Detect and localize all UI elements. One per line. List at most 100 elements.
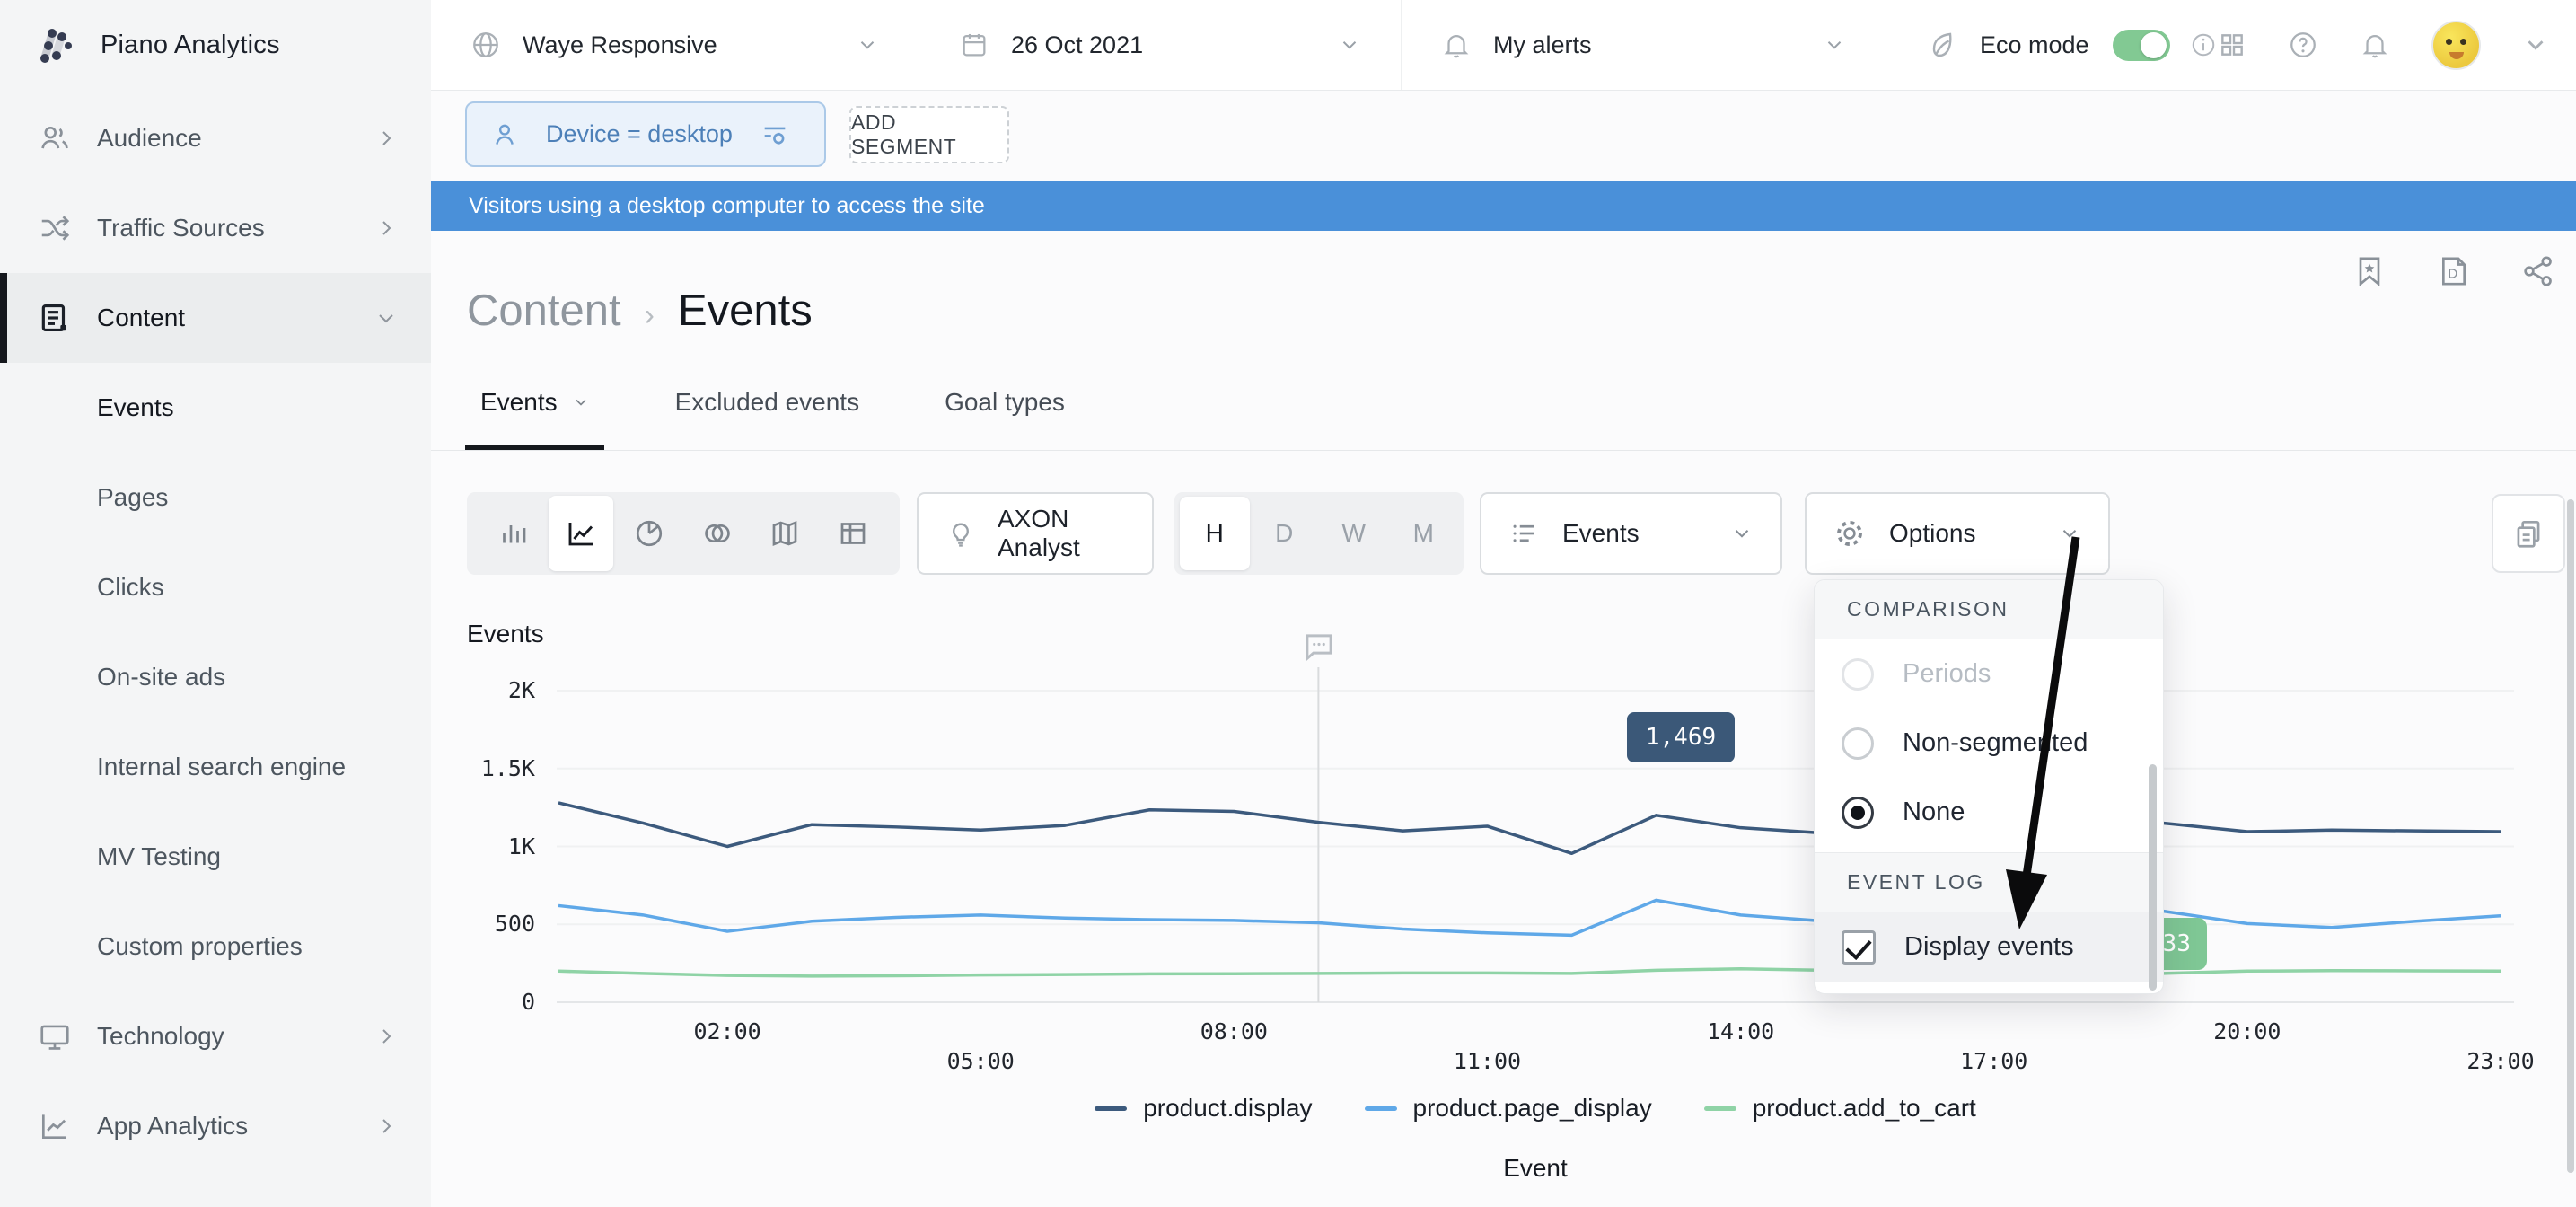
sidebar-item-mv-testing[interactable]: MV Testing xyxy=(0,812,431,902)
sidebar-item-clicks[interactable]: Clicks xyxy=(0,542,431,632)
line-chart-button[interactable] xyxy=(549,496,613,571)
legend-item[interactable]: product.add_to_cart xyxy=(1704,1094,1976,1123)
sidebar-item-label: Events xyxy=(97,393,174,422)
sidebar-item-label: Audience xyxy=(97,124,202,153)
notifications-bell-icon[interactable] xyxy=(2360,30,2390,60)
menu-item-label: Display events xyxy=(1904,932,2074,962)
menu-item-none[interactable]: None xyxy=(1815,778,2163,847)
monitor-icon xyxy=(38,1019,74,1053)
metric-dropdown-value: Events xyxy=(1562,519,1640,548)
date-picker[interactable]: 26 Oct 2021 xyxy=(919,0,1401,90)
my-alerts-dropdown[interactable]: My alerts xyxy=(1401,0,1886,90)
sidebar-item-app-analytics[interactable]: App Analytics xyxy=(0,1081,431,1171)
app-logo[interactable]: Piano Analytics xyxy=(0,0,431,91)
page-title: Events xyxy=(678,286,813,336)
venn-diagram-button[interactable] xyxy=(685,496,750,571)
sidebar-item-on-site-ads[interactable]: On-site ads xyxy=(0,632,431,722)
user-avatar[interactable] xyxy=(2431,21,2481,70)
svg-text:D: D xyxy=(2448,267,2457,282)
menu-item-non-segmented[interactable]: Non-segmented xyxy=(1815,709,2163,778)
chevron-right-icon xyxy=(375,128,397,149)
bar-chart-button[interactable] xyxy=(481,496,546,571)
metric-dropdown[interactable]: Events xyxy=(1480,492,1782,575)
legend-swatch xyxy=(1095,1106,1127,1111)
y-tick-label: 500 xyxy=(427,911,535,937)
menu-item-display-events[interactable]: Display events xyxy=(1815,912,2163,982)
page-scrollbar[interactable] xyxy=(2567,499,2574,1173)
x-tick-label: 08:00 xyxy=(1171,1018,1297,1044)
chevron-down-icon xyxy=(375,307,397,329)
table-button[interactable] xyxy=(821,496,885,571)
period-day-button[interactable]: D xyxy=(1250,497,1320,570)
x-tick-label: 23:00 xyxy=(2438,1048,2563,1074)
sidebar-item-events[interactable]: Events xyxy=(0,363,431,453)
tab-events[interactable]: Events xyxy=(480,388,590,417)
tab-label: Excluded events xyxy=(675,388,859,417)
info-icon[interactable] xyxy=(2190,31,2217,58)
radio-button-selected[interactable] xyxy=(1842,797,1874,829)
bell-icon xyxy=(1441,30,1472,60)
gear-icon xyxy=(1833,517,1866,550)
menu-item-periods[interactable]: Periods xyxy=(1815,639,2163,709)
apps-grid-icon[interactable] xyxy=(2218,31,2246,59)
sidebar-item-internal-search-engine[interactable]: Internal search engine xyxy=(0,722,431,812)
tab-excluded-events[interactable]: Excluded events xyxy=(675,388,859,417)
duplicate-view-button[interactable] xyxy=(2492,494,2565,573)
pie-chart-button[interactable] xyxy=(617,496,681,571)
comparison-section-header: COMPARISON xyxy=(1815,580,2163,639)
account-chevron-down-icon[interactable] xyxy=(2522,31,2549,58)
checkbox-checked[interactable] xyxy=(1842,930,1876,965)
chart-title: Events xyxy=(467,620,544,648)
radio-button[interactable] xyxy=(1842,658,1874,691)
chevron-down-icon xyxy=(856,33,879,57)
sidebar-item-content[interactable]: Content xyxy=(0,273,431,363)
legend-swatch xyxy=(1365,1106,1397,1111)
calendar-icon xyxy=(959,30,989,60)
options-dropdown[interactable]: Options xyxy=(1805,492,2110,575)
sidebar: Piano Analytics Audience xyxy=(0,0,431,1207)
piano-analytics-app: Piano Analytics Audience xyxy=(0,0,2576,1207)
banner-text: Visitors using a desktop computer to acc… xyxy=(469,193,985,219)
y-tick-label: 0 xyxy=(427,989,535,1015)
x-tick-label: 20:00 xyxy=(2185,1018,2310,1044)
legend-item[interactable]: product.display xyxy=(1095,1094,1312,1123)
sidebar-item-pages[interactable]: Pages xyxy=(0,453,431,542)
sidebar-item-custom-properties[interactable]: Custom properties xyxy=(0,902,431,991)
sidebar-item-audience[interactable]: Audience xyxy=(0,93,431,183)
menu-scrollbar[interactable] xyxy=(2149,764,2157,991)
add-segment-button[interactable]: ADD SEGMENT xyxy=(849,106,1009,163)
period-switcher: H D W M xyxy=(1174,492,1464,575)
menu-item-label: Non-segmented xyxy=(1903,728,2088,758)
date-picker-value: 26 Oct 2021 xyxy=(1011,31,1143,59)
users-icon xyxy=(38,121,74,155)
line-chart[interactable] xyxy=(557,658,2514,1010)
report-document-icon[interactable]: D xyxy=(2436,253,2472,289)
share-icon[interactable] xyxy=(2520,253,2556,289)
period-week-button[interactable]: W xyxy=(1319,497,1389,570)
period-hour-button[interactable]: H xyxy=(1180,497,1250,570)
segment-chip-device-desktop[interactable]: Device = desktop xyxy=(465,101,826,167)
x-tick-label: 17:00 xyxy=(1931,1048,2057,1074)
legend-label: product.page_display xyxy=(1413,1094,1652,1123)
tab-goal-types[interactable]: Goal types xyxy=(945,388,1065,417)
segment-settings-icon[interactable] xyxy=(760,119,790,150)
sidebar-item-technology[interactable]: Technology xyxy=(0,991,431,1081)
chevron-right-icon xyxy=(375,1026,397,1047)
map-button[interactable] xyxy=(752,496,817,571)
document-icon xyxy=(38,301,74,335)
line-chart-icon xyxy=(38,1109,74,1143)
axon-analyst-button[interactable]: AXON Analyst xyxy=(917,492,1154,575)
radio-button[interactable] xyxy=(1842,727,1874,760)
annotation-comment-icon[interactable] xyxy=(1300,629,1338,666)
eco-mode-toggle[interactable] xyxy=(2113,30,2170,61)
legend-item[interactable]: product.page_display xyxy=(1365,1094,1652,1123)
bookmark-star-icon[interactable] xyxy=(2352,253,2387,289)
event-log-section-header: EVENT LOG xyxy=(1815,853,2163,912)
help-icon[interactable] xyxy=(2288,30,2318,60)
toggle-knob xyxy=(2141,32,2167,58)
sidebar-item-traffic-sources[interactable]: Traffic Sources xyxy=(0,183,431,273)
sidebar-item-label: Traffic Sources xyxy=(97,214,265,242)
site-selector[interactable]: Waye Responsive xyxy=(431,0,919,90)
data-label-badge: 1,469 xyxy=(1627,712,1735,762)
period-month-button[interactable]: M xyxy=(1389,497,1459,570)
